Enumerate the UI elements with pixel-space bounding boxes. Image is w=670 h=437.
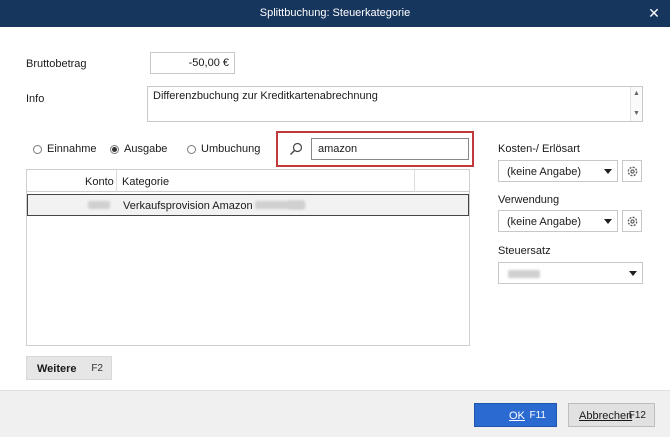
info-field[interactable]: Differenzbuchung zur Kreditkartenabrechn…	[147, 86, 643, 122]
more-button-shortcut: F2	[91, 363, 103, 374]
konto-redacted	[88, 201, 110, 209]
cost-type-value: (keine Angabe)	[507, 166, 581, 178]
ok-button[interactable]: OK F11	[474, 403, 557, 427]
table-row[interactable]: Verkaufsprovision Amazon	[27, 194, 469, 216]
more-button-label: Weitere	[37, 363, 77, 375]
info-scrollbar[interactable]: ▲ ▼	[630, 87, 642, 121]
cancel-button-label: Abbrechen	[579, 410, 633, 422]
title-bar: Splittbuchung: Steuerkategorie ✕	[0, 0, 670, 27]
info-text: Differenzbuchung zur Kreditkartenabrechn…	[153, 90, 378, 102]
cost-type-settings-button[interactable]	[622, 160, 642, 182]
column-header-kategorie[interactable]: Kategorie	[122, 176, 169, 188]
amount-field[interactable]: -50,00 €	[150, 52, 235, 74]
radio-ausgabe[interactable]: Ausgabe	[110, 143, 167, 155]
gear-icon	[627, 166, 638, 177]
dialog-footer: OK F11 Abbrechen F12	[0, 390, 670, 437]
cost-type-label: Kosten-/ Erlösart	[498, 143, 580, 155]
usage-label: Verwendung	[498, 194, 560, 206]
cancel-button[interactable]: Abbrechen F12	[568, 403, 655, 427]
cancel-button-shortcut: F12	[628, 410, 646, 421]
usage-settings-button[interactable]	[622, 210, 642, 232]
chevron-down-icon	[604, 169, 612, 174]
search-input[interactable]	[311, 138, 469, 160]
chevron-down-icon	[629, 271, 637, 276]
radio-dot	[33, 144, 42, 154]
info-label: Info	[26, 93, 45, 105]
row-kategorie: Verkaufsprovision Amazon	[123, 200, 253, 212]
more-button[interactable]: Weitere F2	[26, 356, 112, 380]
table-header: Konto Kategorie	[27, 170, 469, 192]
tax-rate-redacted	[508, 270, 540, 278]
radio-dot	[187, 144, 196, 154]
ok-button-label: OK	[509, 410, 525, 422]
radio-label: Ausgabe	[124, 143, 168, 155]
chevron-down-icon	[604, 219, 612, 224]
column-separator	[116, 170, 117, 192]
column-separator	[414, 170, 415, 192]
radio-label: Umbuchung	[201, 143, 261, 155]
gear-icon	[627, 216, 638, 227]
usage-select[interactable]: (keine Angabe)	[498, 210, 618, 232]
tax-rate-label: Steuersatz	[498, 245, 551, 257]
scroll-up-icon[interactable]: ▲	[631, 89, 642, 99]
search-icon[interactable]	[289, 142, 303, 156]
kategorie-redacted	[288, 201, 304, 209]
radio-dot	[110, 144, 119, 154]
column-header-konto[interactable]: Konto	[85, 176, 114, 188]
amount-label: Bruttobetrag	[26, 58, 87, 70]
scroll-down-icon[interactable]: ▼	[631, 109, 642, 119]
radio-label: Einnahme	[47, 143, 97, 155]
tax-rate-select[interactable]	[498, 262, 643, 284]
cost-type-select[interactable]: (keine Angabe)	[498, 160, 618, 182]
window-title: Splittbuchung: Steuerkategorie	[259, 7, 411, 19]
radio-einnahme[interactable]: Einnahme	[33, 143, 97, 155]
usage-value: (keine Angabe)	[507, 216, 581, 228]
close-icon[interactable]: ✕	[638, 0, 670, 27]
radio-umbuchung[interactable]: Umbuchung	[187, 143, 260, 155]
search-highlight	[276, 131, 474, 167]
category-table: Konto Kategorie Verkaufsprovision Amazon	[26, 169, 470, 346]
ok-button-shortcut: F11	[529, 410, 547, 421]
